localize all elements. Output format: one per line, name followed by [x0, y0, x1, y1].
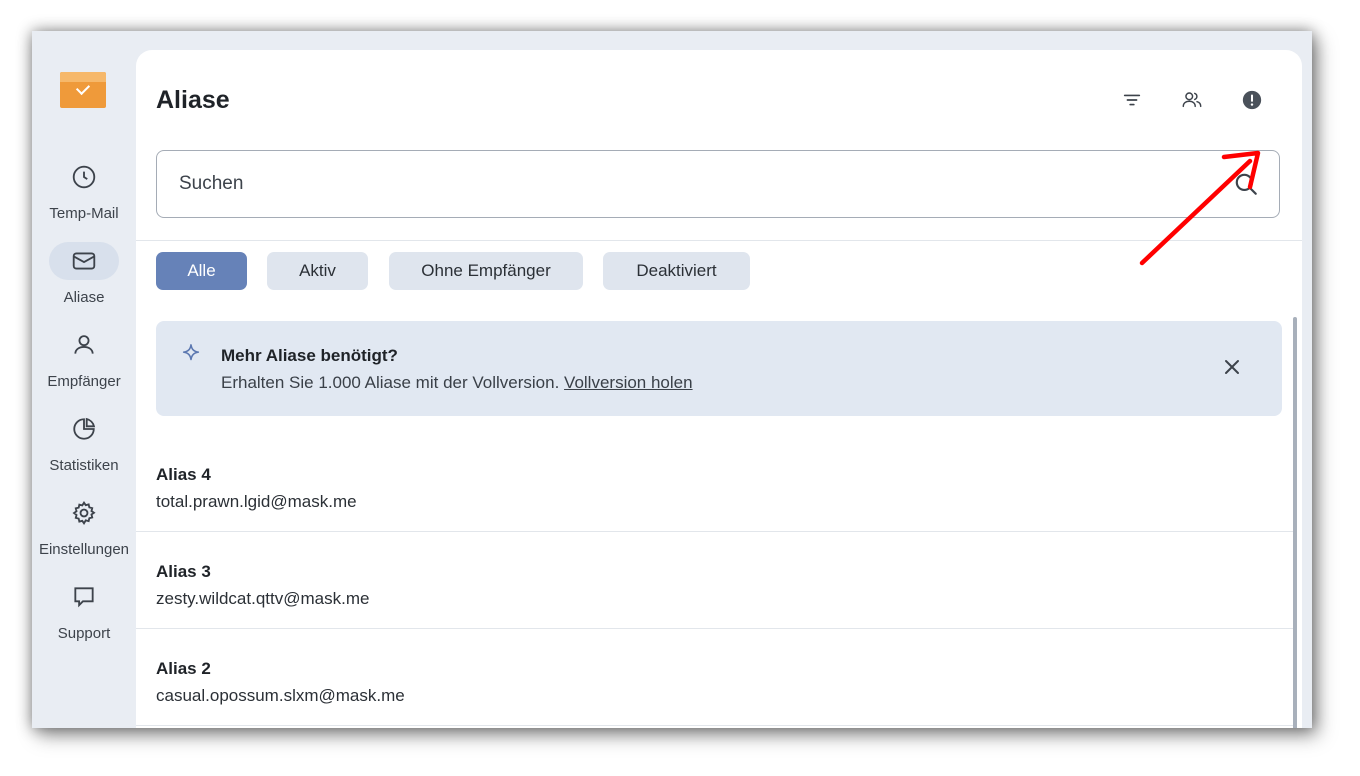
alias-email: zesty.wildcat.qttv@mask.me	[156, 589, 370, 608]
scrollbar[interactable]	[1293, 317, 1297, 728]
sidebar-item-label: Support	[57, 625, 111, 642]
alias-email: casual.opossum.slxm@mask.me	[156, 686, 405, 705]
divider	[136, 240, 1302, 241]
filter-chip-alle[interactable]: Alle	[156, 252, 247, 290]
alias-name: Alias 3	[156, 562, 211, 581]
sidebar-item-label: Temp-Mail	[49, 205, 119, 222]
alias-list-item[interactable]: Alias 2 casual.opossum.slxm@mask.me	[136, 629, 1296, 726]
sidebar-item-label: Einstellungen	[38, 541, 130, 558]
page-title: Aliase	[156, 86, 230, 114]
search-box	[156, 150, 1280, 218]
mail-icon	[72, 252, 96, 270]
filter-icon	[1123, 94, 1141, 106]
sidebar-item-empfaenger[interactable]: Empfänger	[32, 326, 136, 390]
users-icon	[1182, 92, 1202, 108]
alias-email: total.prawn.lgid@mask.me	[156, 492, 357, 511]
sidebar-item-temp-mail[interactable]: Temp-Mail	[32, 158, 136, 222]
sidebar-item-aliase[interactable]: Aliase	[32, 242, 136, 306]
annotation-arrow	[1139, 150, 1261, 266]
alias-name: Alias 4	[156, 465, 211, 484]
sidebar: Temp-Mail Aliase Empfänger Statistiken E…	[32, 31, 136, 728]
filter-chip-deaktiviert[interactable]: Deaktiviert	[603, 252, 750, 290]
sidebar-item-label: Empfänger	[47, 373, 121, 390]
upgrade-banner: Mehr Aliase benötigt? Erhalten Sie 1.000…	[156, 321, 1282, 416]
sidebar-item-label: Aliase	[63, 289, 105, 306]
clock-icon	[72, 165, 96, 189]
app-logo	[60, 72, 106, 108]
info-button[interactable]	[1234, 82, 1270, 118]
alias-list-item[interactable]: Alias 4 total.prawn.lgid@mask.me	[136, 435, 1296, 532]
pie-chart-icon	[73, 417, 96, 440]
upgrade-link[interactable]: Vollversion holen	[564, 373, 693, 392]
filter-chip-aktiv[interactable]: Aktiv	[267, 252, 368, 290]
app-window: Temp-Mail Aliase Empfänger Statistiken E…	[32, 31, 1312, 728]
close-icon[interactable]	[1220, 355, 1244, 379]
filter-chip-ohne-empfaenger[interactable]: Ohne Empfänger	[389, 252, 583, 290]
banner-title: Mehr Aliase benötigt?	[221, 346, 398, 365]
sidebar-item-statistiken[interactable]: Statistiken	[32, 410, 136, 474]
gear-icon	[72, 501, 96, 525]
filter-button[interactable]	[1114, 82, 1150, 118]
alias-name: Alias 2	[156, 659, 211, 678]
info-alert-icon	[1242, 90, 1262, 110]
banner-message: Erhalten Sie 1.000 Aliase mit der Vollve…	[221, 373, 560, 392]
users-button[interactable]	[1174, 82, 1210, 118]
banner-text: Erhalten Sie 1.000 Aliase mit der Vollve…	[221, 373, 693, 393]
user-icon	[74, 335, 94, 354]
main-panel: Aliase Alle	[136, 50, 1302, 728]
search-input[interactable]	[177, 163, 1181, 205]
sparkle-icon	[182, 344, 200, 361]
alias-list-item[interactable]: Alias 3 zesty.wildcat.qttv@mask.me	[136, 532, 1296, 629]
sidebar-item-support[interactable]: Support	[32, 578, 136, 642]
sidebar-item-label: Statistiken	[49, 457, 119, 474]
chat-icon	[74, 587, 94, 608]
sidebar-item-einstellungen[interactable]: Einstellungen	[32, 494, 136, 558]
